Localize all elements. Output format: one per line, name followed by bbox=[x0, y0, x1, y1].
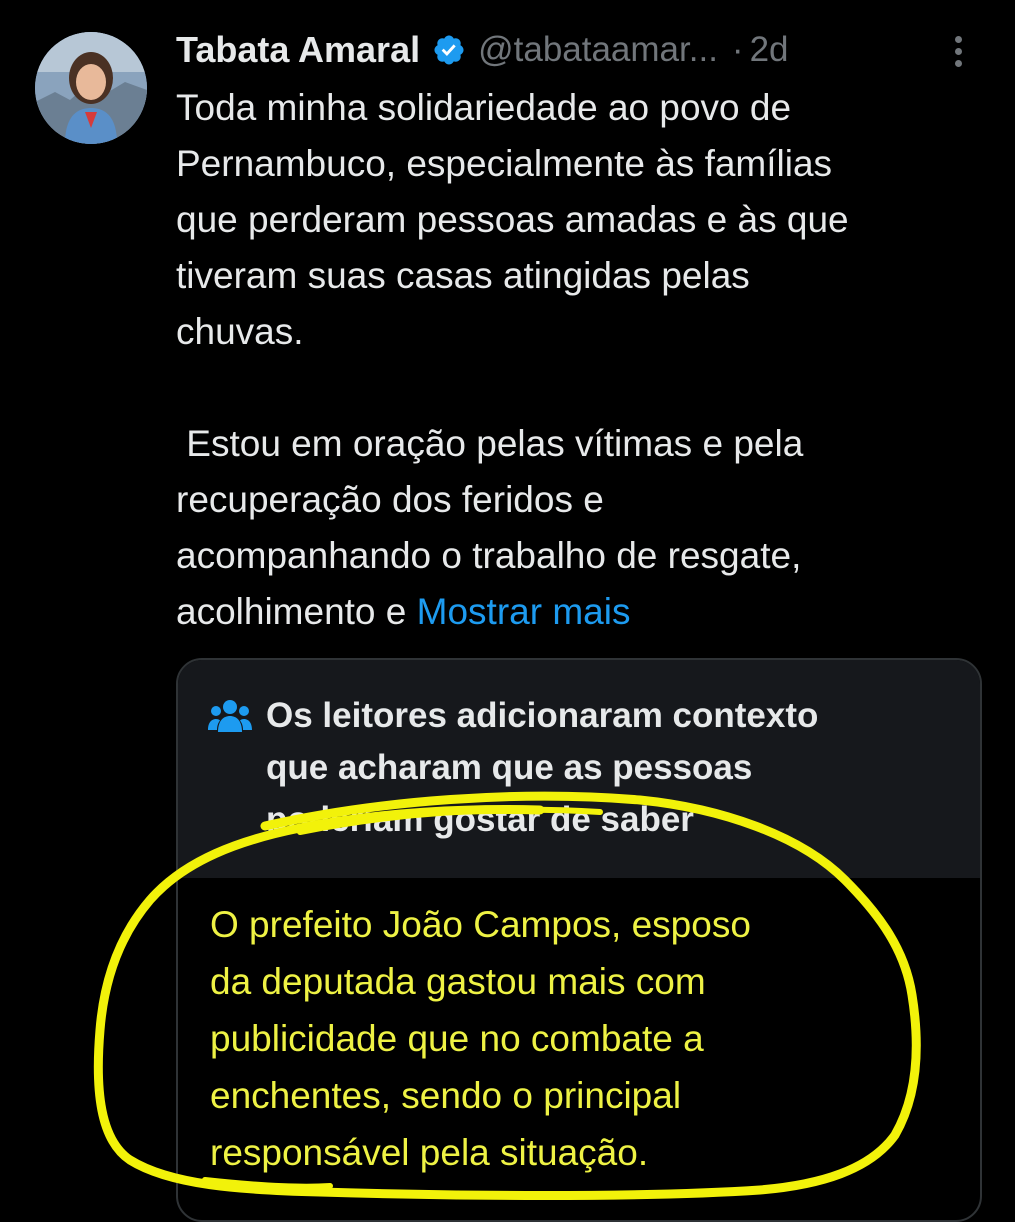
tweet-text-line: chuvas. bbox=[176, 311, 304, 352]
people-icon bbox=[208, 698, 252, 734]
tweet-text-line: tiveram suas casas atingidas pelas bbox=[176, 255, 750, 296]
more-options-icon[interactable] bbox=[946, 36, 970, 72]
tweet-text-fragment: acolhimento e bbox=[176, 591, 417, 632]
note-title-line: que acharam que as pessoas bbox=[266, 748, 753, 787]
note-title-line: Os leitores adicionaram contexto bbox=[266, 696, 819, 735]
tweet-header: Tabata Amaral @tabataamar... · 2d bbox=[176, 26, 789, 74]
author-handle[interactable]: @tabataamar... bbox=[478, 30, 718, 70]
note-text-line: publicidade que no combate a bbox=[210, 1018, 704, 1059]
note-text-line: enchentes, sendo o principal bbox=[210, 1075, 682, 1116]
tweet-text-line: Estou em oração pelas vítimas e pela bbox=[176, 423, 804, 464]
note-text-line: O prefeito João Campos, esposo bbox=[210, 904, 751, 945]
tweet-text-last-line: acolhimento e Mostrar mais bbox=[176, 584, 976, 640]
community-note[interactable]: Os leitores adicionaram contexto que ach… bbox=[176, 658, 982, 1222]
community-note-text: O prefeito João Campos, esposo da deputa… bbox=[210, 896, 950, 1181]
tweet-text-line: acompanhando o trabalho de resgate, bbox=[176, 535, 802, 576]
tweet-text-line: Toda minha solidariedade ao povo de bbox=[176, 87, 792, 128]
tweet[interactable]: Tabata Amaral @tabataamar... · 2d Toda m… bbox=[0, 0, 1015, 1222]
tweet-text-line: que perderam pessoas amadas e às que bbox=[176, 199, 849, 240]
tweet-text-line: recuperação dos feridos e bbox=[176, 479, 604, 520]
show-more-link[interactable]: Mostrar mais bbox=[417, 591, 631, 632]
author-name[interactable]: Tabata Amaral bbox=[176, 29, 420, 71]
tweet-text-line: Pernambuco, especialmente às famílias bbox=[176, 143, 833, 184]
verified-badge-icon bbox=[432, 33, 466, 67]
avatar[interactable] bbox=[35, 32, 147, 144]
tweet-text: Toda minha solidariedade ao povo de Pern… bbox=[176, 80, 976, 640]
tweet-time[interactable]: 2d bbox=[750, 30, 789, 70]
community-note-title: Os leitores adicionaram contexto que ach… bbox=[266, 690, 956, 846]
note-title-line: poderiam gostar de saber bbox=[266, 800, 694, 839]
note-text-line: responsável pela situação. bbox=[210, 1132, 649, 1173]
community-note-header: Os leitores adicionaram contexto que ach… bbox=[178, 660, 980, 878]
note-text-line: da deputada gastou mais com bbox=[210, 961, 706, 1002]
separator-dot: · bbox=[731, 30, 744, 69]
